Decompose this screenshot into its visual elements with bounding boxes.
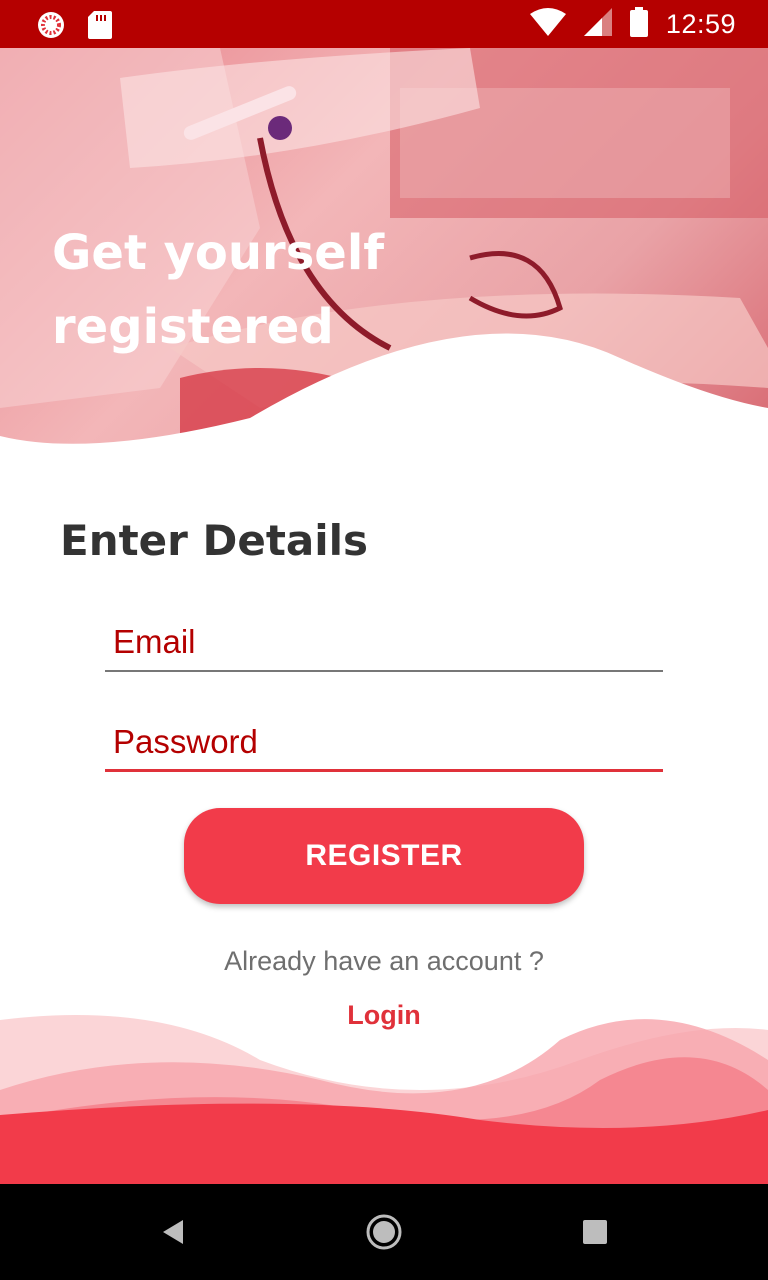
- notification-ring-icon: [36, 10, 66, 45]
- home-icon[interactable]: [364, 1212, 404, 1252]
- sd-card-icon: [88, 11, 112, 44]
- cell-signal-icon: [583, 7, 612, 41]
- register-button[interactable]: REGISTER: [184, 808, 584, 904]
- hero-title: Get yourself registered: [52, 225, 385, 355]
- recents-icon[interactable]: [575, 1212, 615, 1252]
- navigation-bar: [0, 1184, 768, 1280]
- account-prompt: Already have an account ?: [224, 946, 544, 976]
- wifi-icon: [529, 7, 566, 41]
- status-bar: 12:59: [0, 0, 768, 48]
- email-field[interactable]: [105, 614, 663, 672]
- section-title: Enter Details: [60, 516, 369, 565]
- back-icon[interactable]: [152, 1212, 192, 1252]
- password-field[interactable]: [105, 714, 663, 772]
- decorative-waves: [0, 1015, 768, 1184]
- hero-banner: Get yourself registered: [0, 48, 768, 468]
- battery-icon: [629, 6, 648, 42]
- status-time: 12:59: [665, 8, 736, 39]
